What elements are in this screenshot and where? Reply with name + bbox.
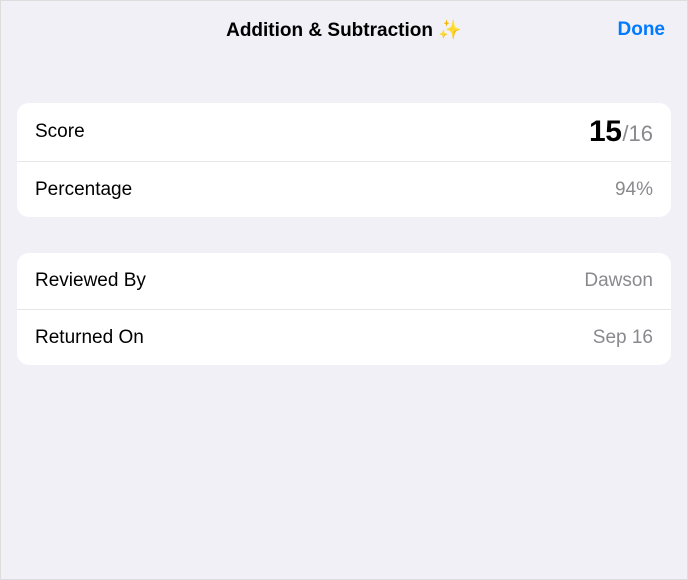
returned-on-label: Returned On [35, 327, 144, 349]
reviewed-by-row: Reviewed By Dawson [17, 253, 671, 309]
done-button[interactable]: Done [618, 19, 666, 41]
percentage-label: Percentage [35, 179, 132, 201]
returned-on-row: Returned On Sep 16 [17, 309, 671, 365]
score-group: Score 15 / 16 Percentage 94% [17, 103, 671, 217]
page-title: Addition & Subtraction ✨ [226, 18, 462, 42]
score-row: Score 15 / 16 [17, 103, 671, 161]
score-total: 16 [629, 121, 653, 147]
reviewed-by-value: Dawson [584, 270, 653, 292]
score-label: Score [35, 121, 85, 143]
header: Addition & Subtraction ✨ Done [1, 1, 687, 59]
content: Score 15 / 16 Percentage 94% Reviewed By… [1, 59, 687, 365]
returned-on-value: Sep 16 [593, 327, 653, 349]
score-value: 15 / 16 [589, 115, 653, 149]
percentage-row: Percentage 94% [17, 161, 671, 217]
reviewed-by-label: Reviewed By [35, 270, 146, 292]
percentage-value: 94% [615, 179, 653, 201]
review-group: Reviewed By Dawson Returned On Sep 16 [17, 253, 671, 365]
score-earned: 15 [589, 115, 621, 149]
